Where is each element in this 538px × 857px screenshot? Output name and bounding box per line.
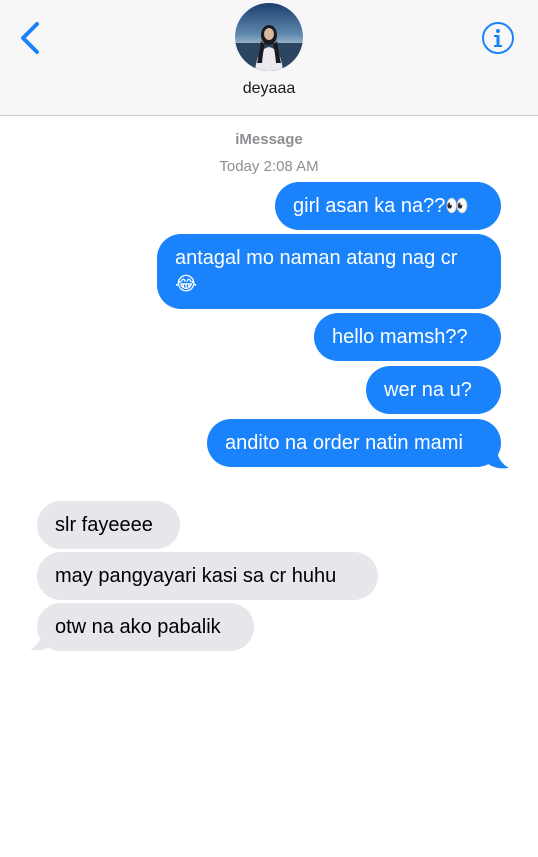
- received-bubble-tail: [30, 630, 53, 651]
- service-label: iMessage: [235, 131, 303, 148]
- eyes-emoji: 👀: [445, 195, 469, 217]
- sent-bubble-tail: [486, 448, 509, 469]
- conversation-header: deyaaa: [0, 0, 538, 116]
- contact-name[interactable]: deyaaa: [0, 80, 538, 98]
- chevron-left-icon: [21, 22, 39, 54]
- received-message[interactable]: otw na ako pabalik: [37, 603, 254, 651]
- message-text: wer na u?: [384, 379, 472, 401]
- message-text: girl asan ka na??: [293, 195, 446, 217]
- back-button[interactable]: [14, 18, 48, 58]
- sent-message[interactable]: wer na u?: [366, 366, 501, 414]
- received-message[interactable]: may pangyayari kasi sa cr huhu: [37, 552, 378, 600]
- sent-message[interactable]: hello mamsh??: [314, 313, 501, 361]
- message-text: antagal mo naman atang nag cr: [175, 247, 458, 269]
- sent-message[interactable]: andito na order natin mami: [207, 419, 501, 467]
- sent-message[interactable]: girl asan ka na??👀: [275, 182, 501, 230]
- message-text: andito na order natin mami: [225, 432, 463, 454]
- message-text: slr fayeeee: [55, 514, 153, 536]
- laughing-emoji: 😂: [175, 273, 198, 295]
- message-text: otw na ako pabalik: [55, 616, 221, 638]
- sent-message[interactable]: antagal mo naman atang nag cr 😂: [157, 234, 501, 309]
- received-message[interactable]: slr fayeeee: [37, 501, 180, 549]
- avatar-photo: [235, 3, 303, 71]
- contact-avatar[interactable]: [235, 3, 303, 71]
- message-text: may pangyayari kasi sa cr huhu: [55, 565, 337, 587]
- message-timestamp: Today 2:08 AM: [219, 158, 319, 175]
- info-circle-icon: [482, 22, 514, 54]
- info-button[interactable]: [481, 21, 515, 55]
- message-text: hello mamsh??: [332, 326, 468, 348]
